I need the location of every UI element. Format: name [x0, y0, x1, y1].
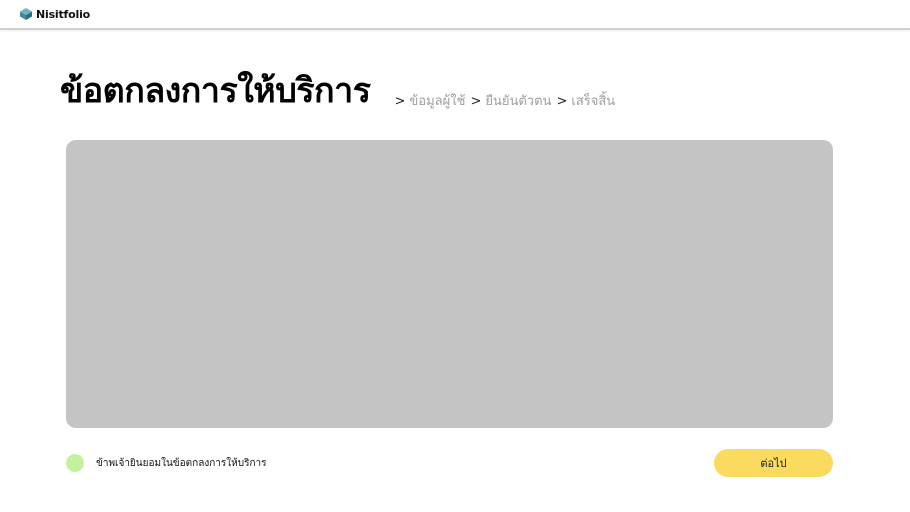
breadcrumb-separator: > [394, 94, 406, 109]
agree-terms-option[interactable]: ข้าพเจ้ายินยอมในข้อตกลงการให้บริการ [66, 454, 266, 472]
brand-logo[interactable]: Nisitfolio [19, 7, 90, 21]
breadcrumb-separator: > [470, 94, 482, 109]
page-title: ข้อตกลงการให้บริการ [60, 71, 371, 111]
breadcrumb-step-done[interactable]: เสร็จสิ้น [571, 93, 615, 111]
breadcrumb-step-verify[interactable]: ยืนยันตัวตน [485, 93, 551, 111]
page-header: ข้อตกลงการให้บริการ > ข้อมูลผู้ใช้ > ยืน… [60, 64, 620, 118]
agree-terms-label: ข้าพเจ้ายินยอมในข้อตกลงการให้บริการ [96, 457, 267, 469]
agree-radio[interactable] [66, 454, 84, 472]
breadcrumb-separator: > [556, 94, 568, 109]
terms-content-box[interactable] [66, 140, 833, 428]
brand-name: Nisitfolio [36, 7, 90, 21]
breadcrumb: > ข้อมูลผู้ใช้ > ยืนยันตัวตน > เสร็จสิ้น [395, 93, 621, 111]
next-button[interactable]: ต่อไป [714, 449, 833, 477]
top-nav-bar: Nisitfolio [0, 0, 910, 30]
breadcrumb-step-user-info[interactable]: ข้อมูลผู้ใช้ [409, 93, 465, 111]
stacked-layers-icon [20, 8, 32, 20]
